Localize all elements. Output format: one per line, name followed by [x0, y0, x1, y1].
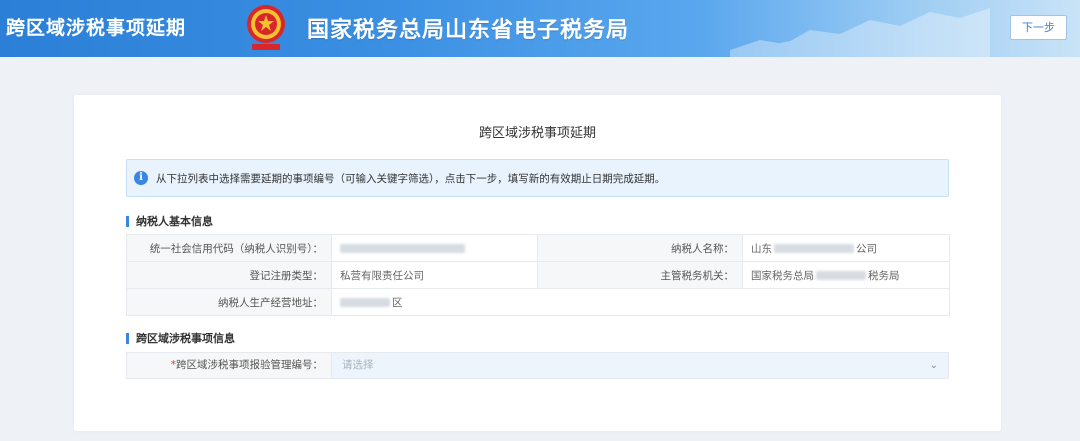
table-row: 统一社会信用代码（纳税人识别号）： 纳税人名称： 山东 公司 — [126, 234, 950, 262]
chevron-down-icon: ⌄ — [929, 360, 938, 371]
table-row: 登记注册类型： 私营有限责任公司 主管税务机关： 国家税务总局 税务局 — [126, 261, 950, 289]
info-icon: i — [134, 171, 148, 185]
address-label: 纳税人生产经营地址： — [126, 288, 332, 316]
notice-text: 从下拉列表中选择需要延期的事项编号（可输入关键字筛选），点击下一步，填写新的有效… — [156, 172, 666, 185]
table-row: 纳税人生产经营地址： 区 — [126, 288, 950, 316]
taxpayer-info-table: 统一社会信用代码（纳税人识别号）： 纳税人名称： 山东 公司 登记注册类型： 私营… — [126, 234, 950, 316]
credit-code-value — [331, 234, 538, 262]
section-title-taxpayer: 纳税人基本信息 — [126, 216, 213, 227]
notice-banner: i 从下拉列表中选择需要延期的事项编号（可输入关键字筛选），点击下一步，填写新的… — [126, 159, 949, 197]
taxpayer-name-value: 山东 公司 — [742, 234, 950, 262]
page-title: 跨区域涉税事项延期 — [478, 126, 596, 141]
address-value: 区 — [331, 288, 950, 316]
top-header: 跨区域涉税事项延期 国家税务总局山东省电子税务局 下一步 — [0, 0, 1080, 57]
main-card: 跨区域涉税事项延期 i 从下拉列表中选择需要延期的事项编号（可输入关键字筛选），… — [74, 95, 1001, 431]
next-step-button[interactable]: 下一步 — [1010, 15, 1067, 40]
app-title: 跨区域涉税事项延期 — [6, 17, 187, 39]
great-wall-decoration — [730, 8, 990, 57]
cross-region-number-label: *跨区域涉税事项报验管理编号： — [127, 353, 332, 378]
credit-code-label: 统一社会信用代码（纳税人识别号）： — [126, 234, 332, 262]
taxpayer-name-label: 纳税人名称： — [537, 234, 743, 262]
cross-region-number-select[interactable]: 请选择 ⌄ — [332, 353, 948, 378]
tax-authority-value: 国家税务总局 税务局 — [742, 261, 950, 289]
section-title-cross-region: 跨区域涉税事项信息 — [126, 333, 235, 344]
tax-authority-label: 主管税务机关： — [537, 261, 743, 289]
reg-type-label: 登记注册类型： — [126, 261, 332, 289]
cross-region-number-row: *跨区域涉税事项报验管理编号： 请选择 ⌄ — [126, 352, 949, 379]
org-name: 国家税务总局山东省电子税务局 — [307, 18, 630, 43]
reg-type-value: 私营有限责任公司 — [331, 261, 538, 289]
select-placeholder: 请选择 — [342, 359, 374, 371]
tax-emblem-icon — [247, 5, 285, 50]
